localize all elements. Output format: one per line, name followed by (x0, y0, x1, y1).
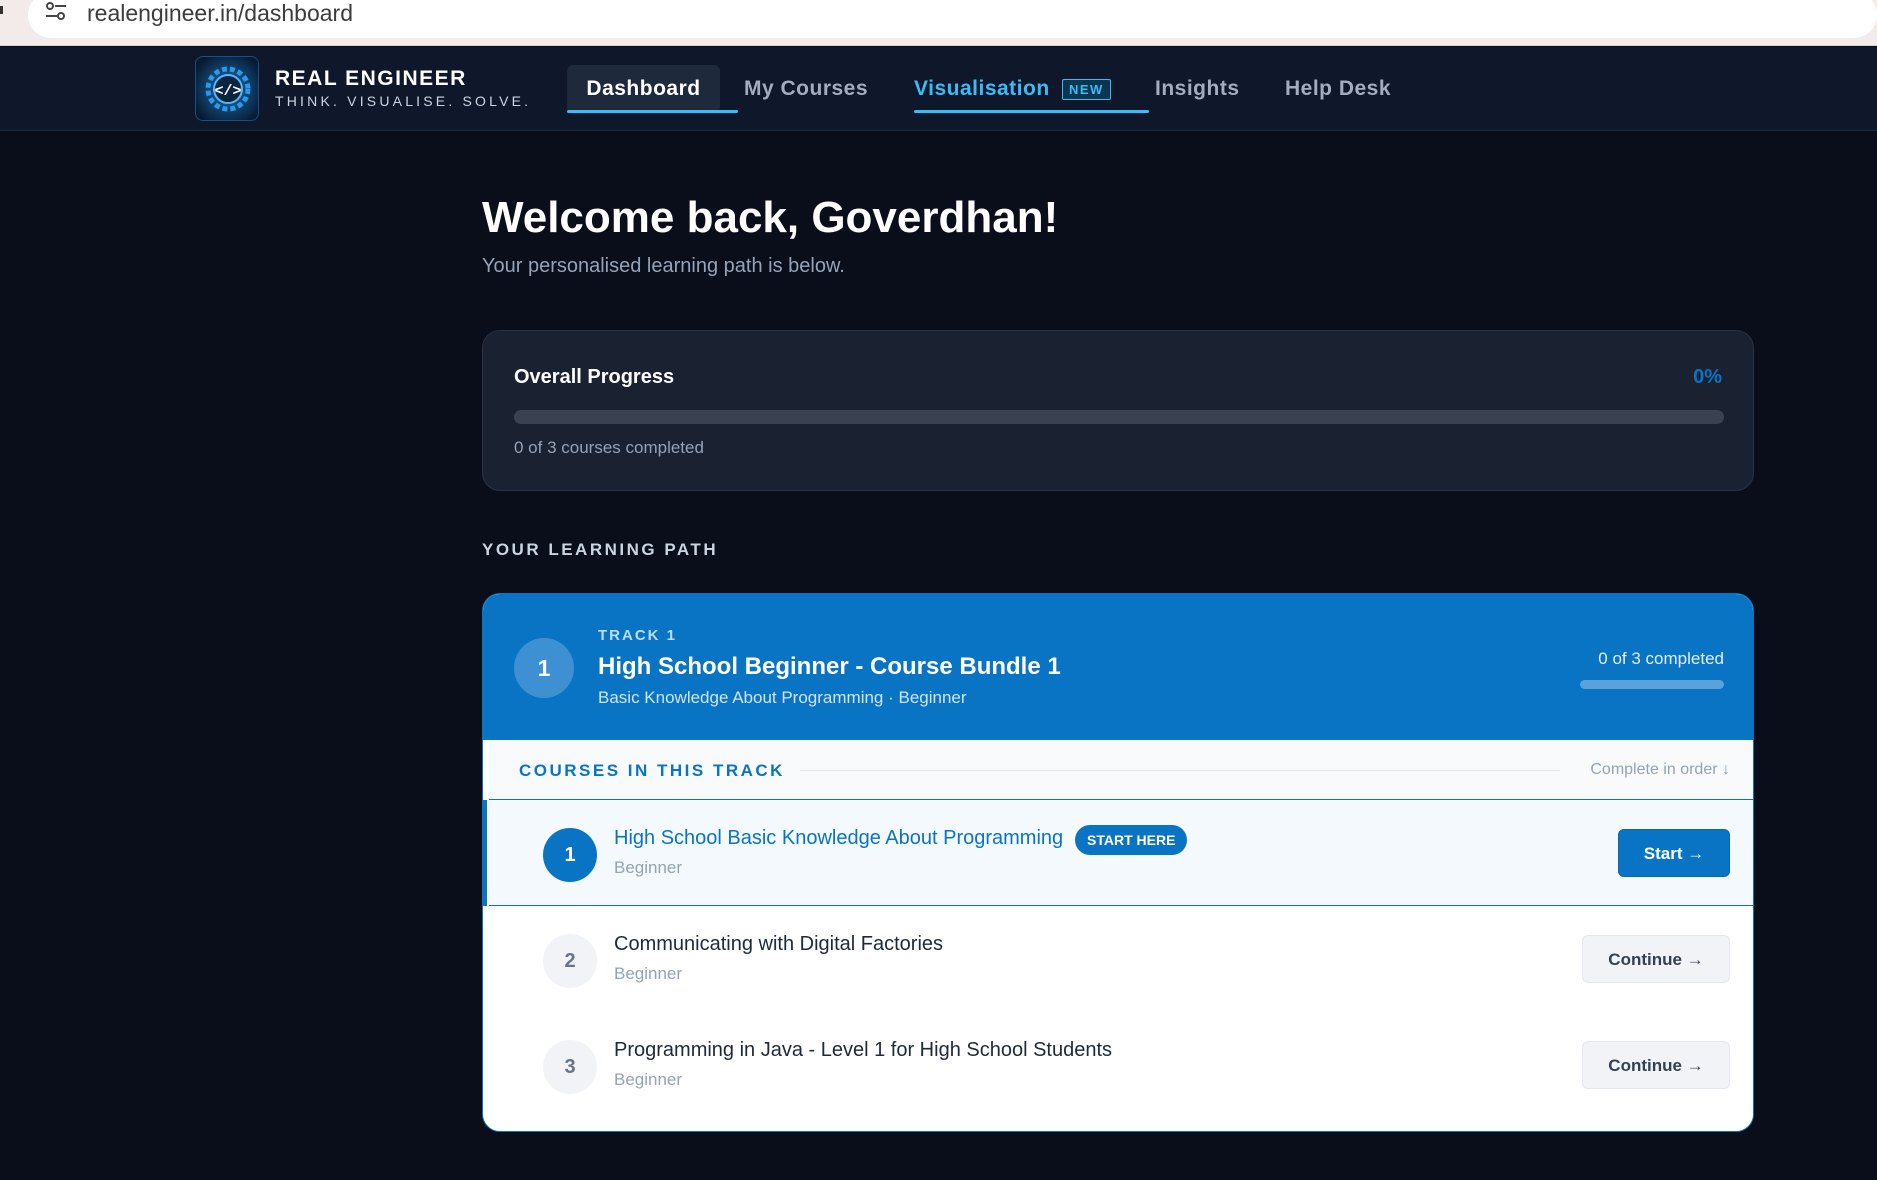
nav-visualisation[interactable]: Visualisation (914, 65, 1050, 113)
tune-icon[interactable] (44, 0, 68, 22)
learning-path-heading: YOUR LEARNING PATH (482, 540, 719, 559)
new-badge: NEW (1062, 79, 1111, 100)
nav-visualisation-underline (914, 110, 1149, 113)
course-row[interactable]: 2 Communicating with Digital Factories B… (489, 906, 1753, 1012)
continue-button[interactable]: Continue → (1582, 935, 1730, 983)
course-row[interactable]: 3 Programming in Java - Level 1 for High… (489, 1012, 1753, 1118)
progress-bar (514, 410, 1724, 424)
active-indicator (483, 800, 487, 906)
course-number: 2 (543, 934, 597, 988)
course-level: Beginner (614, 858, 683, 877)
track-label: TRACK 1 (598, 627, 678, 644)
browser-edge-marker (0, 6, 3, 14)
brand-name: REAL ENGINEER (275, 67, 467, 90)
courses-header: COURSES IN THIS TRACK Complete in order … (489, 740, 1753, 800)
progress-title: Overall Progress (514, 366, 675, 388)
track-completed-count: 0 of 3 completed (1598, 649, 1724, 668)
track-title: High School Beginner - Course Bundle 1 (598, 653, 1061, 680)
url-field[interactable]: realengineer.in/dashboard (28, 0, 1877, 38)
nav-my-courses[interactable]: My Courses (744, 65, 868, 113)
track-courses: COURSES IN THIS TRACK Complete in order … (483, 740, 1753, 1131)
svg-text:</>: </> (214, 83, 241, 100)
nav-dashboard-underline (567, 110, 738, 113)
course-title[interactable]: Programming in Java - Level 1 for High S… (614, 1039, 1112, 1062)
course-level: Beginner (614, 1070, 683, 1089)
courses-header-label: COURSES IN THIS TRACK (519, 761, 785, 780)
gear-code-icon: </> (196, 57, 258, 120)
nav-dashboard[interactable]: Dashboard (567, 65, 720, 113)
track-card: 1 TRACK 1 High School Beginner - Course … (482, 593, 1754, 1132)
browser-address-bar: realengineer.in/dashboard (0, 0, 1877, 46)
brand-tagline: THINK. VISUALISE. SOLVE. (275, 93, 532, 109)
url-text[interactable]: realengineer.in/dashboard (87, 0, 353, 27)
track-number: 1 (514, 638, 574, 698)
brand-logo[interactable]: </> (195, 56, 259, 121)
overall-progress-card: Overall Progress 0% 0 of 3 courses compl… (482, 330, 1754, 491)
course-row[interactable]: 1 High School Basic Knowledge About Prog… (483, 800, 1753, 906)
page-title: Welcome back, Goverdhan! (482, 193, 1059, 242)
order-hint: Complete in order ↓ (1590, 761, 1730, 778)
progress-caption: 0 of 3 courses completed (514, 438, 704, 457)
nav-insights[interactable]: Insights (1155, 65, 1240, 113)
continue-button[interactable]: Continue → (1582, 1041, 1730, 1089)
progress-percent: 0% (1693, 366, 1722, 388)
start-here-badge: START HERE (1075, 825, 1188, 855)
top-navbar: </> REAL ENGINEER THINK. VISUALISE. SOLV… (0, 47, 1877, 131)
course-number: 3 (543, 1040, 597, 1094)
nav-help-desk[interactable]: Help Desk (1285, 65, 1391, 113)
start-button[interactable]: Start → (1618, 829, 1730, 877)
course-level: Beginner (614, 964, 683, 983)
divider (800, 770, 1560, 771)
track-meta: Basic Knowledge About Programming · Begi… (598, 688, 967, 707)
course-title[interactable]: High School Basic Knowledge About Progra… (614, 827, 1063, 850)
page-subtitle: Your personalised learning path is below… (482, 255, 845, 277)
course-number: 1 (543, 828, 597, 882)
track-header[interactable]: 1 TRACK 1 High School Beginner - Course … (483, 594, 1753, 740)
course-title[interactable]: Communicating with Digital Factories (614, 933, 943, 956)
track-progress-bar (1580, 680, 1724, 689)
